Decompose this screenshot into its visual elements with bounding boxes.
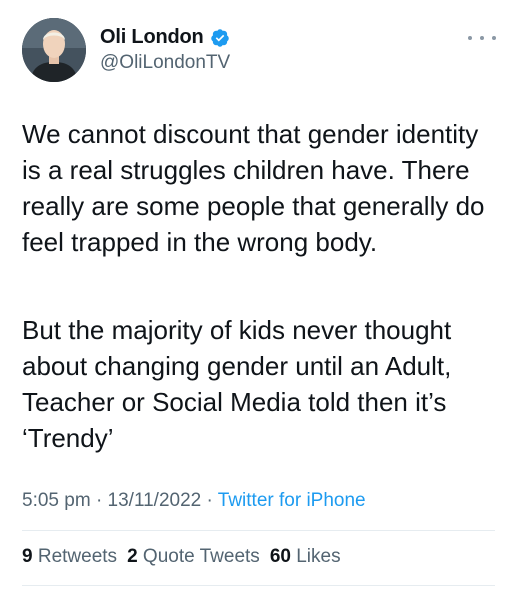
tweet-meta: 5:05 pm · 13/11/2022 · Twitter for iPhon…	[22, 490, 366, 512]
quote-tweets-label: Quote Tweets	[142, 546, 260, 567]
likes-label: Likes	[296, 546, 341, 567]
dot-icon	[480, 36, 484, 40]
quote-tweets-stat[interactable]: 2 Quote Tweets	[127, 546, 260, 568]
divider	[22, 585, 495, 586]
divider	[22, 530, 495, 531]
quote-tweets-count: 2	[127, 546, 138, 567]
more-options-icon[interactable]	[468, 30, 496, 46]
verified-badge-icon	[210, 28, 229, 47]
retweets-count: 9	[22, 546, 33, 567]
tweet-text-paragraph-1: We cannot discount that gender identity …	[22, 119, 485, 257]
dot-icon	[492, 36, 496, 40]
tweet-time[interactable]: 5:05 pm	[22, 490, 91, 511]
dot-icon	[468, 36, 472, 40]
meta-separator: ·	[95, 490, 103, 511]
tweet-source-link[interactable]: Twitter for iPhone	[218, 490, 366, 511]
meta-separator: ·	[206, 490, 213, 511]
tweet-text-paragraph-2: But the majority of kids never thought a…	[22, 315, 452, 453]
engagement-stats: 9 Retweets 2 Quote Tweets 60 Likes	[22, 546, 341, 568]
avatar[interactable]	[22, 18, 86, 82]
author-name-row[interactable]: Oli London	[100, 26, 230, 49]
likes-stat[interactable]: 60 Likes	[270, 546, 341, 568]
tweet-date[interactable]: 13/11/2022	[108, 490, 202, 511]
display-name[interactable]: Oli London	[100, 26, 204, 49]
user-handle[interactable]: @OliLondonTV	[100, 52, 230, 74]
retweets-label: Retweets	[37, 546, 118, 567]
likes-count: 60	[269, 546, 291, 567]
profile-photo	[22, 18, 86, 82]
retweets-stat[interactable]: 9 Retweets	[22, 546, 117, 568]
tweet-card: Oli London @OliLondonTV We cannot discou…	[0, 0, 517, 600]
